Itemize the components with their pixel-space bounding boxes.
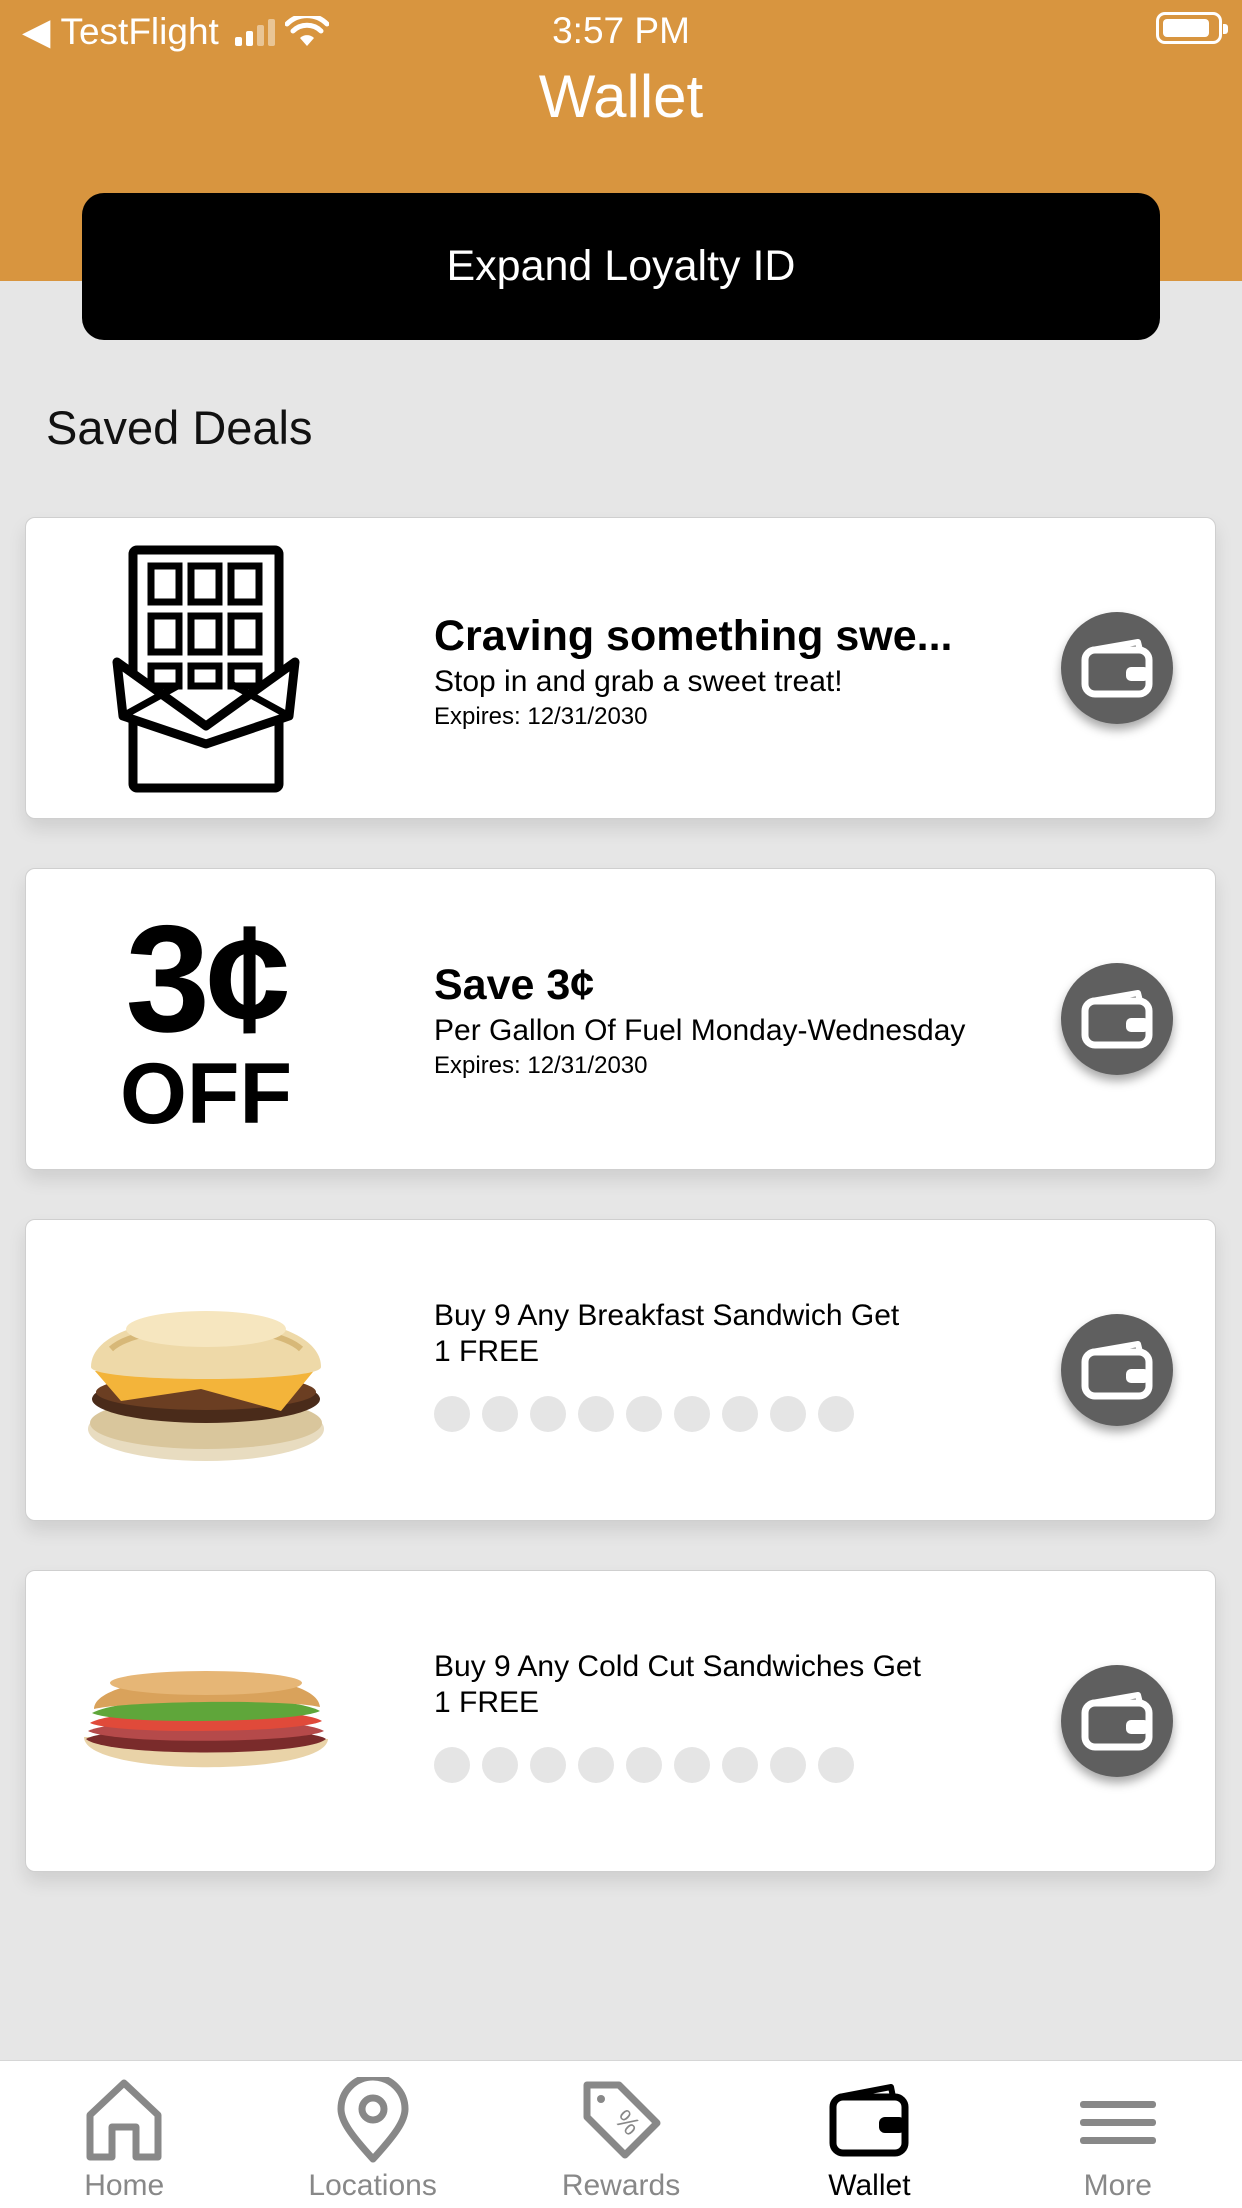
- punch-dot: [674, 1396, 710, 1432]
- wallet-icon: [829, 2084, 909, 2157]
- location-pin-icon: [337, 2077, 409, 2163]
- deal-subtitle: Per Gallon Of Fuel Monday-Wednesday: [434, 1014, 966, 1047]
- deal-name-line-1: Buy 9 Any Cold Cut Sandwiches Get: [434, 1650, 921, 1683]
- tab-label: Locations: [308, 2169, 437, 2202]
- punch-dot: [626, 1747, 662, 1783]
- punch-dot: [530, 1396, 566, 1432]
- tab-more[interactable]: More: [994, 2061, 1242, 2208]
- deal-expiration: Expires: 12/31/2030: [434, 703, 648, 730]
- punch-dot: [482, 1396, 518, 1432]
- punch-dot: [818, 1747, 854, 1783]
- deal-text: Buy 9 Any Cold Cut Sandwiches Get 1 FREE: [434, 1649, 1015, 1783]
- cold-cut-sub-photo: [76, 1591, 336, 1853]
- deal-card-fuel-discount[interactable]: 3¢ OFF Save 3¢ Per Gallon Of Fuel Monday…: [25, 868, 1216, 1170]
- breakfast-sandwich-photo: [76, 1240, 336, 1502]
- add-to-wallet-button[interactable]: [1061, 1665, 1173, 1777]
- tab-wallet[interactable]: Wallet: [745, 2061, 993, 2208]
- deal-title: Save 3¢: [434, 961, 595, 1009]
- add-to-wallet-button[interactable]: [1061, 1314, 1173, 1426]
- menu-icon: [1079, 2101, 1156, 2144]
- tag-percent-icon: %: [583, 2081, 661, 2159]
- deal-name-line-2: 1 FREE: [434, 1686, 540, 1719]
- graphic-off: OFF: [120, 1046, 292, 1142]
- punch-dot: [674, 1747, 710, 1783]
- add-to-wallet-button[interactable]: [1061, 963, 1173, 1075]
- deal-text: Save 3¢ Per Gallon Of Fuel Monday-Wednes…: [434, 961, 1015, 1080]
- punch-dot: [482, 1747, 518, 1783]
- punch-dot: [578, 1396, 614, 1432]
- add-to-wallet-button[interactable]: [1061, 612, 1173, 724]
- deal-card-cold-cut-sandwich[interactable]: Buy 9 Any Cold Cut Sandwiches Get 1 FREE: [25, 1570, 1216, 1872]
- punch-dot: [770, 1396, 806, 1432]
- bottom-tab-bar: Home Locations % Rewards Wallet More: [0, 2060, 1242, 2208]
- home-icon: [86, 2079, 162, 2161]
- tab-rewards[interactable]: % Rewards: [497, 2061, 745, 2208]
- deal-card-breakfast-sandwich[interactable]: Buy 9 Any Breakfast Sandwich Get 1 FREE: [25, 1219, 1216, 1521]
- punch-dot: [626, 1396, 662, 1432]
- deal-text: Buy 9 Any Breakfast Sandwich Get 1 FREE: [434, 1298, 1015, 1432]
- deal-title: Craving something swe...: [434, 612, 953, 660]
- deal-expiration: Expires: 12/31/2030: [434, 1052, 648, 1079]
- tab-home[interactable]: Home: [0, 2061, 248, 2208]
- wallet-icon: [1081, 639, 1153, 698]
- tab-label: Rewards: [561, 2169, 681, 2202]
- graphic-amount: 3¢: [125, 894, 290, 1064]
- section-title: Saved Deals: [46, 401, 313, 454]
- punch-dot: [434, 1747, 470, 1783]
- punch-dot: [722, 1747, 758, 1783]
- tab-label: More: [1083, 2169, 1152, 2202]
- punch-dot: [434, 1396, 470, 1432]
- punch-card-progress: [434, 1747, 1015, 1783]
- page-title: Wallet: [538, 63, 704, 130]
- deal-card-sweet-treat[interactable]: Craving something swe... Stop in and gra…: [25, 517, 1216, 819]
- punch-card-progress: [434, 1396, 1015, 1432]
- punch-dot: [722, 1396, 758, 1432]
- deal-subtitle: Stop in and grab a sweet treat!: [434, 665, 843, 698]
- chocolate-bar-icon: [76, 538, 336, 800]
- wallet-icon: [1081, 990, 1153, 1049]
- punch-dot: [530, 1747, 566, 1783]
- punch-dot: [770, 1747, 806, 1783]
- status-time: 3:57 PM: [552, 10, 690, 51]
- punch-dot: [578, 1747, 614, 1783]
- tab-label: Home: [84, 2169, 165, 2202]
- punch-dot: [818, 1396, 854, 1432]
- deal-name-line-2: 1 FREE: [434, 1335, 540, 1368]
- deal-name-line-1: Buy 9 Any Breakfast Sandwich Get: [434, 1299, 900, 1332]
- tab-label: Wallet: [828, 2169, 911, 2202]
- deal-text: Craving something swe... Stop in and gra…: [434, 612, 1015, 731]
- battery-icon: [1156, 12, 1228, 44]
- tab-locations[interactable]: Locations: [248, 2061, 496, 2208]
- wallet-icon: [1081, 1341, 1153, 1400]
- three-cents-off-graphic: 3¢ OFF: [76, 889, 336, 1151]
- expand-loyalty-id-button[interactable]: Expand Loyalty ID: [82, 193, 1160, 340]
- status-bar: ◀ TestFlight 3:57 PM: [0, 10, 1242, 54]
- wallet-icon: [1081, 1692, 1153, 1751]
